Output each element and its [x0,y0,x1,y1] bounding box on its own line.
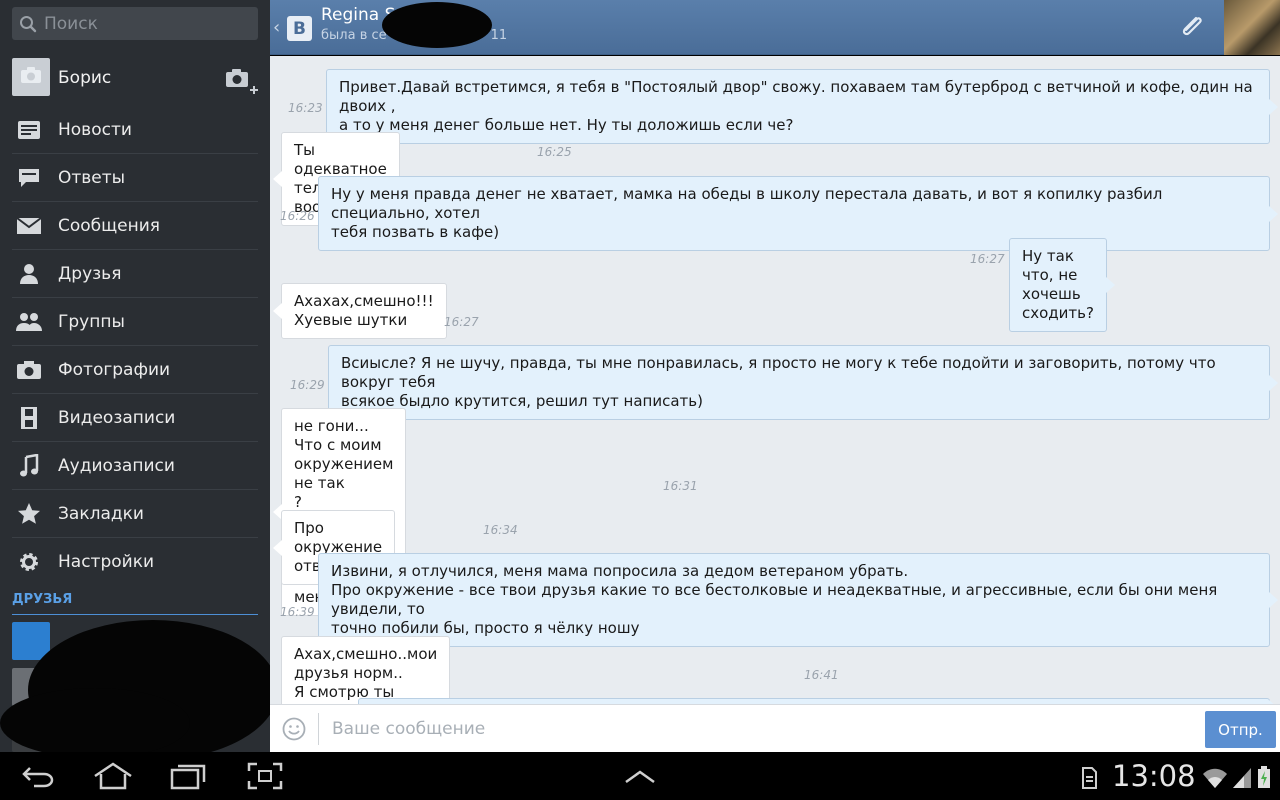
message-list[interactable]: 16:23 Привет.Давай встретимся, я тебя в … [270,56,1280,704]
message-time: 16:29 [290,378,325,392]
profile-name: Борис [58,68,112,88]
emoji-icon[interactable] [282,717,306,741]
message-time: 16:31 [663,479,698,493]
conversation-header: ‹ B Regina S была в се 11 [270,0,1280,55]
divider [318,713,319,745]
audio-icon [12,453,46,479]
replies-icon [12,165,46,191]
menu-item-bookmarks[interactable]: Закладки [12,490,258,538]
photos-icon [12,357,46,383]
message-time: 16:34 [483,523,518,537]
send-button[interactable]: Отпр. [1205,711,1276,748]
message-input[interactable] [332,714,1192,744]
menu-item-replies[interactable]: Ответы [12,154,258,202]
menu-item-groups[interactable]: Группы [12,298,258,346]
message-time: 16:41 [804,668,839,682]
message-bubble-incoming[interactable]: Ахахах,смешно!!! Хуевые шутки [273,283,447,339]
message-bubble-outgoing[interactable]: Привет.Давай встретимся, я тебя в "Посто… [326,69,1278,144]
message-bubble-outgoing[interactable]: Извини, я отлучился, меня мама попросила… [318,553,1278,647]
message-time: 16:23 [288,101,323,115]
home-icon[interactable] [93,762,132,790]
menu-item-friends[interactable]: Друзья [12,250,258,298]
main-menu: Новости Ответы Сообщения Друзья Группы Ф… [0,106,270,586]
star-icon [12,501,46,527]
news-icon [12,117,46,143]
redaction-mark [382,2,492,48]
menu-item-messages[interactable]: Сообщения [12,202,258,250]
menu-label: Закладки [58,503,144,524]
camera-icon [20,66,42,88]
menu-label: Ответы [58,167,126,188]
wifi-icon [1202,762,1228,790]
message-time: 16:27 [970,252,1005,266]
groups-icon [12,309,46,335]
messages-icon [12,213,46,239]
message-bubble-outgoing[interactable]: Ну у меня правда денег не хватает, мамка… [318,176,1278,251]
sd-card-icon [1080,762,1098,790]
gear-icon [12,549,46,575]
chevron-up-icon[interactable] [622,762,658,790]
menu-label: Сообщения [58,215,161,236]
video-icon [12,405,46,431]
search-box[interactable] [12,7,258,40]
battery-charging-icon [1256,762,1272,790]
contact-avatar[interactable] [1224,0,1280,55]
message-bubble-outgoing[interactable]: Ну так что, не хочешь сходить? [1009,238,1115,332]
menu-item-video[interactable]: Видеозаписи [12,394,258,442]
message-time: 16:27 [444,315,479,329]
system-navigation-bar: 13:08 [0,752,1280,800]
menu-item-photos[interactable]: Фотографии [12,346,258,394]
vk-logo-icon[interactable]: B [287,16,312,41]
sidebar: Борис Новости Ответы Сообщения Друзья Гр… [0,0,270,752]
redaction-mark [0,688,190,752]
add-photo-icon[interactable] [224,66,260,94]
screenshot-icon[interactable] [247,762,283,790]
menu-item-audio[interactable]: Аудиозаписи [12,442,258,490]
menu-label: Друзья [58,263,122,284]
menu-label: Аудиозаписи [58,455,175,476]
compose-bar: Отпр. [270,704,1280,752]
friends-list [0,618,270,752]
friends-icon [12,261,46,287]
back-arrow-icon[interactable]: ‹ [273,17,280,38]
message-time: 16:26 [280,209,315,223]
recent-apps-icon[interactable] [170,762,206,790]
search-input[interactable] [44,13,244,34]
message-bubble-outgoing[interactable]: Всиысле? Я не шучу, правда, ты мне понра… [328,345,1278,420]
back-icon[interactable] [20,762,56,790]
friends-section-header: ДРУЗЬЯ [12,592,258,615]
profile-row[interactable]: Борис [0,56,270,102]
menu-label: Фотографии [58,359,171,380]
paperclip-icon[interactable] [1176,12,1208,44]
menu-label: Новости [58,119,132,140]
signal-icon [1232,762,1252,790]
message-time: 16:39 [280,605,315,619]
message-bubble-incoming[interactable]: Ахах,смешно..мои друзья норм.. Я смотрю … [272,636,451,704]
menu-item-news[interactable]: Новости [12,106,258,154]
clock: 13:08 [1112,759,1196,793]
menu-label: Группы [58,311,125,332]
message-time: 16:25 [537,145,572,159]
search-icon [12,7,44,40]
menu-label: Настройки [58,552,155,572]
avatar [12,58,50,96]
menu-label: Видеозаписи [58,407,176,428]
menu-item-settings[interactable]: Настройки [12,538,258,586]
